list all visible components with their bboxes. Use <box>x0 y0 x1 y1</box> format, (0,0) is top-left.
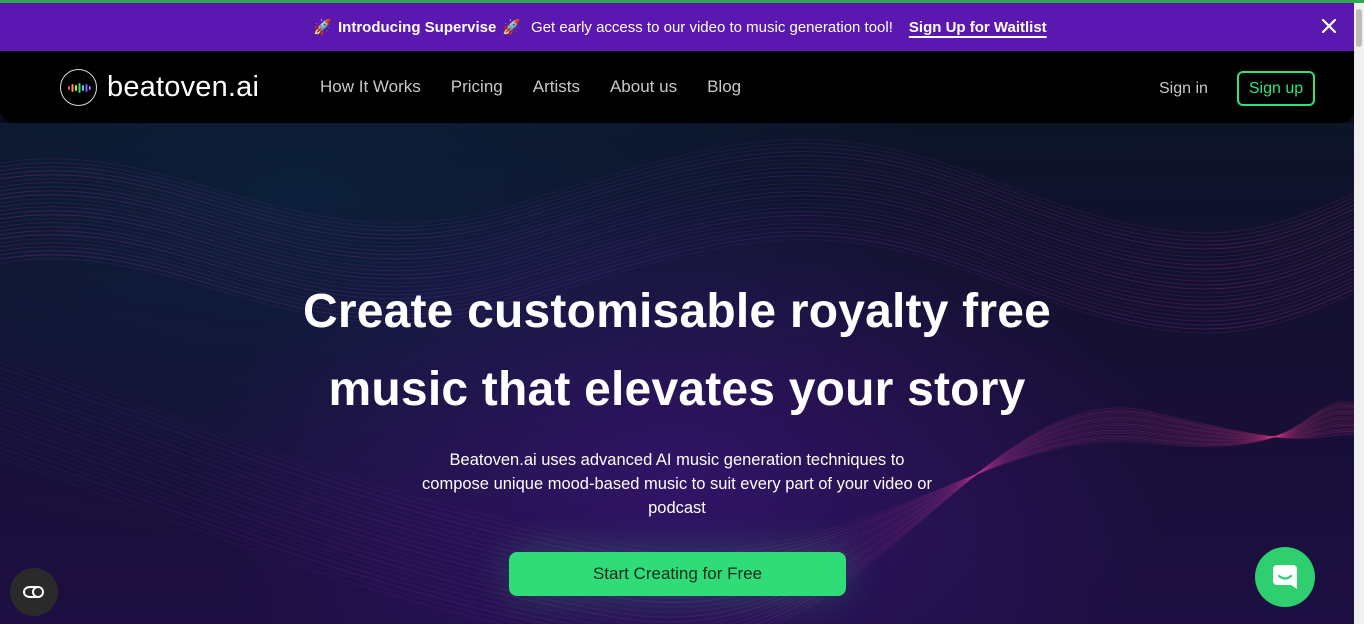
headline-line-2: music that elevates your story <box>328 363 1026 416</box>
main-navbar: beatoven.ai How It Works Pricing Artists… <box>0 51 1354 123</box>
subtext-line-3: podcast <box>648 499 706 517</box>
rocket-icon: 🚀 <box>313 19 332 36</box>
waitlist-signup-link[interactable]: Sign Up for Waitlist <box>909 19 1047 36</box>
close-banner-button[interactable] <box>1318 15 1340 37</box>
nav-link-blog[interactable]: Blog <box>707 77 741 97</box>
wave-line <box>0 138 1354 234</box>
wave-line <box>0 142 1354 238</box>
nav-links: How It Works Pricing Artists About us Bl… <box>320 77 771 97</box>
nav-link-artists[interactable]: Artists <box>533 77 580 97</box>
wave-line <box>0 162 1354 258</box>
announcement-description: Get early access to our video to music g… <box>531 18 893 36</box>
nav-link-about-us[interactable]: About us <box>610 77 677 97</box>
subtext-line-1: Beatoven.ai uses advanced AI music gener… <box>449 451 905 469</box>
close-icon <box>1322 19 1336 33</box>
chat-bubble-icon <box>1273 565 1297 589</box>
wave-line <box>0 166 1354 262</box>
logo[interactable]: beatoven.ai <box>60 69 259 106</box>
scrollbar-thumb[interactable] <box>1356 9 1362 47</box>
hero-headline: Create customisable royalty free music t… <box>0 273 1354 429</box>
hero-subtext: Beatoven.ai uses advanced AI music gener… <box>377 448 977 520</box>
wave-line <box>0 150 1354 246</box>
subtext-line-2: compose unique mood-based music to suit … <box>422 475 932 493</box>
announcement-banner: 🚀 Introducing Supervise 🚀 Get early acce… <box>0 3 1354 51</box>
cookie-settings-button[interactable] <box>10 568 58 616</box>
cookie-settings-icon <box>22 586 44 598</box>
nav-link-pricing[interactable]: Pricing <box>451 77 503 97</box>
wave-line <box>0 158 1354 254</box>
sign-up-button[interactable]: Sign up <box>1237 71 1315 106</box>
sign-in-link[interactable]: Sign in <box>1159 80 1208 98</box>
logo-text: beatoven.ai <box>107 71 260 103</box>
hero-section: Create customisable royalty free music t… <box>0 123 1354 624</box>
page-scrollbar[interactable] <box>1354 3 1364 624</box>
wave-line <box>0 154 1354 250</box>
headline-line-1: Create customisable royalty free <box>302 285 1052 338</box>
start-creating-button[interactable]: Start Creating for Free <box>509 552 846 596</box>
chat-launcher-button[interactable] <box>1255 547 1315 607</box>
rocket-icon: 🚀 <box>502 19 522 36</box>
wave-line <box>0 146 1354 242</box>
logo-mark-icon <box>60 69 97 106</box>
announcement-title: Introducing Supervise <box>338 18 497 36</box>
nav-link-how-it-works[interactable]: How It Works <box>320 77 421 97</box>
